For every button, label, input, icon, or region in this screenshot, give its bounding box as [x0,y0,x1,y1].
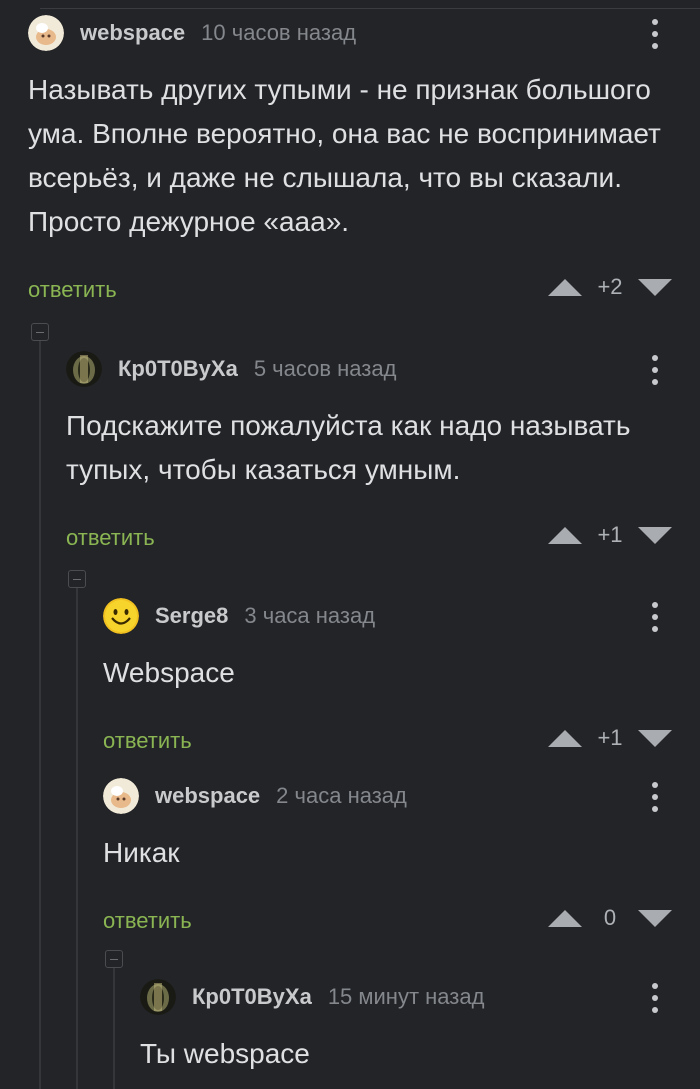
comment-text: Ты webspace [140,1038,310,1069]
comment-rating: 0 [603,905,617,930]
comment: Кр0Т0ВуХа 15 минут назад Ты webspace [140,972,700,1076]
comment-author[interactable]: Serge8 [155,603,228,629]
vote-controls: +2 [548,274,672,300]
comment-author[interactable]: webspace [155,783,260,809]
comment-author[interactable]: webspace [80,20,185,46]
upvote-icon[interactable] [548,909,582,927]
comment: webspace 10 часов назад Называть других … [28,8,700,310]
comment-author[interactable]: Кр0Т0ВуХа [118,356,238,382]
comment-text: Webspace [103,657,235,688]
vote-controls: 0 [548,905,672,931]
more-options-icon[interactable] [650,782,660,812]
downvote-icon[interactable] [638,729,672,747]
collapse-thread-button[interactable] [105,950,123,968]
comment-time[interactable]: 15 минут назад [328,984,485,1010]
avatar[interactable] [103,598,139,634]
comment-author[interactable]: Кр0Т0ВуХа [192,984,312,1010]
comment-footer: ответить +1 [103,721,700,761]
comment-time[interactable]: 10 часов назад [201,20,356,46]
comment-rating: +2 [597,274,623,299]
more-options-icon[interactable] [650,983,660,1013]
comment-header: Кр0Т0ВуХа 5 часов назад [66,344,700,394]
comment-text: Называть других тупыми - не признак боль… [28,74,661,237]
reply-button[interactable]: ответить [103,728,192,754]
collapse-thread-button[interactable] [31,323,49,341]
comment-footer: ответить +1 [66,518,700,558]
comment-footer: ответить +2 [28,270,700,310]
comment-header: Serge8 3 часа назад [103,591,700,641]
reply-button[interactable]: ответить [28,277,117,303]
thread-line [113,966,115,1089]
vote-controls: +1 [548,725,672,751]
comment: webspace 2 часа назад Никак ответить 0 [103,771,700,941]
upvote-icon[interactable] [548,729,582,747]
comment-text: Подскажите пожалуйста как надо называть … [66,410,631,485]
vote-controls: +1 [548,522,672,548]
downvote-icon[interactable] [638,909,672,927]
avatar[interactable] [103,778,139,814]
comment-footer: ответить 0 [103,901,700,941]
collapse-thread-button[interactable] [68,570,86,588]
comment: Кр0Т0ВуХа 5 часов назад Подскажите пожал… [66,344,700,558]
comment-time[interactable]: 5 часов назад [254,356,397,382]
avatar[interactable] [140,979,176,1015]
reply-button[interactable]: ответить [66,525,155,551]
more-options-icon[interactable] [650,355,660,385]
comment-time[interactable]: 2 часа назад [276,783,407,809]
comment-rating: +1 [597,522,623,547]
avatar[interactable] [66,351,102,387]
reply-button[interactable]: ответить [103,908,192,934]
comment-header: webspace 10 часов назад [28,8,700,58]
downvote-icon[interactable] [638,278,672,296]
downvote-icon[interactable] [638,526,672,544]
avatar[interactable] [28,15,64,51]
comment-text: Никак [103,837,180,868]
comment-rating: +1 [597,725,623,750]
comment-header: Кр0Т0ВуХа 15 минут назад [140,972,700,1022]
comment-time[interactable]: 3 часа назад [244,603,375,629]
comment-header: webspace 2 часа назад [103,771,700,821]
thread-line [39,340,41,1089]
upvote-icon[interactable] [548,278,582,296]
comment: Serge8 3 часа назад Webspace ответить +1 [103,591,700,761]
more-options-icon[interactable] [650,19,660,49]
thread-line [76,586,78,1089]
upvote-icon[interactable] [548,526,582,544]
more-options-icon[interactable] [650,602,660,632]
